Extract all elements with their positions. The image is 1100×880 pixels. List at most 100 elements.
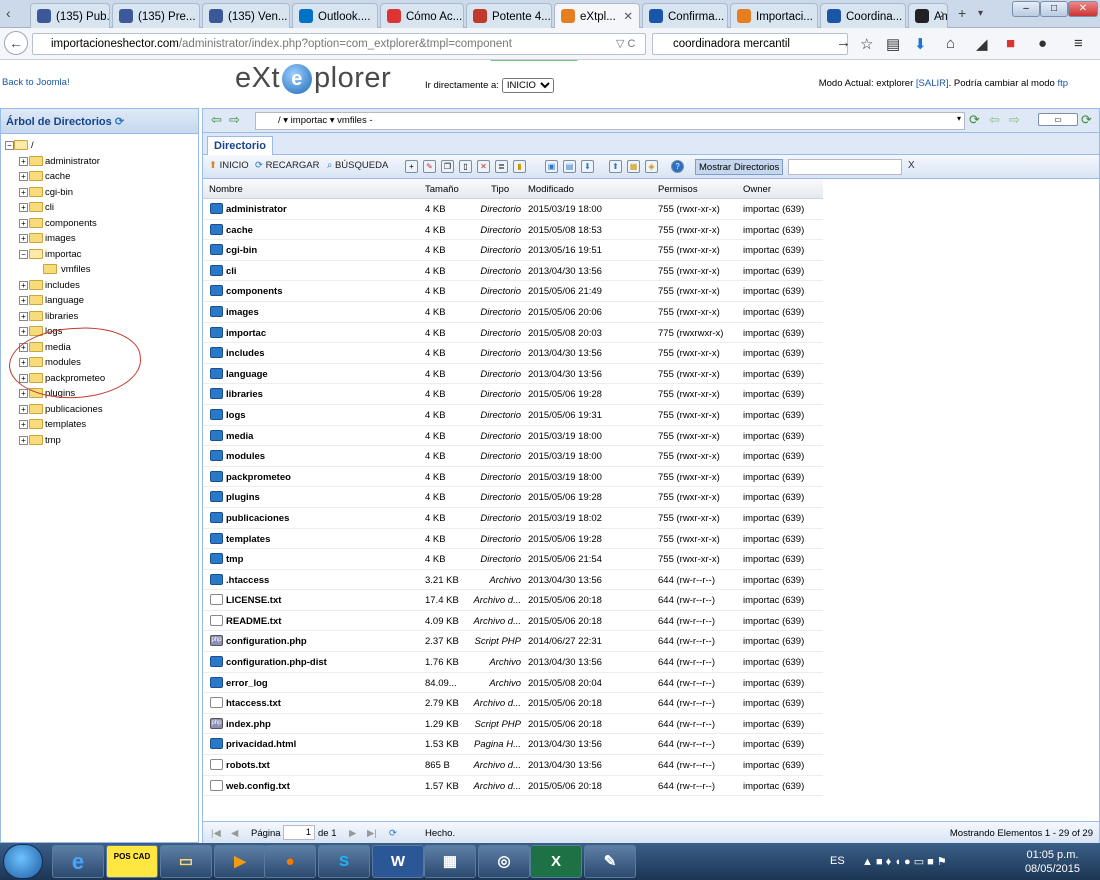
show-directories-button[interactable]: Mostrar Directorios	[695, 159, 784, 175]
expand-icon[interactable]: +	[19, 187, 28, 197]
cell-name[interactable]: robots.txt	[226, 760, 422, 771]
browser-tab[interactable]: Outlook....	[292, 3, 378, 28]
excel-taskbar-icon[interactable]: X	[530, 845, 582, 878]
cell-name[interactable]: .htaccess	[226, 575, 422, 586]
cell-permissions[interactable]: 755 (rwxr-xr-x)	[658, 307, 743, 318]
tree-item-cgi-bin[interactable]: + cgi-bin	[5, 185, 198, 201]
path-combo[interactable]: / ▾ importac ▾ vmfiles - ▾	[255, 112, 965, 130]
cell-permissions[interactable]: 755 (rwxr-xr-x)	[658, 245, 743, 256]
search-button[interactable]: ⌕ BÚSQUEDA	[327, 160, 388, 171]
tree-item-tmp[interactable]: + tmp	[5, 433, 198, 449]
help-icon[interactable]: ?	[671, 160, 684, 173]
download-icon[interactable]: ⬇	[914, 35, 927, 53]
cell-name[interactable]: importac	[226, 328, 422, 339]
expand-icon[interactable]: +	[19, 172, 28, 181]
path-forward-icon[interactable]: ⇨	[1009, 112, 1020, 128]
home-icon[interactable]: ⌂	[946, 35, 955, 52]
cell-name[interactable]: privacidad.html	[226, 739, 422, 750]
cell-name[interactable]: components	[226, 286, 422, 297]
cell-permissions[interactable]: 755 (rwxr-xr-x)	[658, 534, 743, 545]
browser-tab[interactable]: Importaci...	[730, 3, 818, 28]
cell-permissions[interactable]: 644 (rw-r--r--)	[658, 678, 743, 689]
cell-name[interactable]: administrator	[226, 204, 422, 215]
minimize-button[interactable]: –	[1012, 1, 1040, 17]
cell-name[interactable]: LICENSE.txt	[226, 595, 422, 606]
cell-permissions[interactable]: 644 (rw-r--r--)	[658, 781, 743, 792]
cell-permissions[interactable]: 755 (rwxr-xr-x)	[658, 266, 743, 277]
explorer-taskbar-icon[interactable]: ▭	[160, 845, 212, 878]
tree-item-importac[interactable]: − importac	[5, 247, 198, 263]
cell-name[interactable]: modules	[226, 451, 422, 462]
close-tab-icon[interactable]: ✕	[623, 9, 633, 23]
table-row[interactable]: .htaccess 3.21 KB Archivo 2013/04/30 13:56 6…	[203, 570, 823, 591]
word-taskbar-icon[interactable]: W	[372, 845, 424, 878]
table-row[interactable]: logs 4 KB Directorio 2015/05/06 19:31 755 (r…	[203, 405, 823, 426]
tree-item-images[interactable]: + images	[5, 231, 198, 247]
language-indicator[interactable]: ES	[830, 855, 845, 867]
chat-icon[interactable]: ●	[1038, 35, 1047, 52]
tab-scroll-left-icon[interactable]: ‹	[6, 5, 11, 21]
cell-name[interactable]: web.config.txt	[226, 781, 422, 792]
table-row[interactable]: administrator 4 KB Directorio 2015/03/19 18…	[203, 199, 823, 220]
archive-icon[interactable]: ▦	[627, 160, 640, 173]
cell-permissions[interactable]: 644 (rw-r--r--)	[658, 595, 743, 606]
cell-name[interactable]: publicaciones	[226, 513, 422, 524]
tree-item-templates[interactable]: + templates	[5, 417, 198, 433]
cell-name[interactable]: configuration.php-dist	[226, 657, 422, 668]
maximize-button[interactable]: □	[1040, 1, 1068, 17]
search-go-icon[interactable]: →	[836, 34, 851, 51]
refresh-page-icon[interactable]: ⟳	[389, 828, 397, 839]
tree-item-vmfiles[interactable]: vmfiles	[5, 262, 198, 278]
folder-combo[interactable]: ▭	[1038, 113, 1078, 126]
cell-name[interactable]: libraries	[226, 389, 422, 400]
cell-name[interactable]: packprometeo	[226, 472, 422, 483]
table-row[interactable]: README.txt 4.09 KB Archivo d... 2015/05/06 …	[203, 611, 823, 632]
browser-tab[interactable]: eXtpl... ✕	[554, 3, 640, 29]
tree-root[interactable]: − /	[5, 138, 198, 154]
cell-permissions[interactable]: 755 (rwxr-xr-x)	[658, 204, 743, 215]
cell-permissions[interactable]: 644 (rw-r--r--)	[658, 636, 743, 647]
col-name[interactable]: Nombre	[209, 184, 243, 195]
table-row[interactable]: images 4 KB Directorio 2015/05/06 20:06 755 …	[203, 302, 823, 323]
diff-icon[interactable]: ▤	[563, 160, 576, 173]
expand-icon[interactable]: +	[19, 311, 28, 321]
browser-tab[interactable]: Potente 4...	[466, 3, 552, 28]
browser-tab[interactable]: (135) Ven...	[202, 3, 290, 28]
table-row[interactable]: media 4 KB Directorio 2015/03/19 18:00 755 (…	[203, 426, 823, 447]
tab-list-icon[interactable]: ▾	[978, 8, 983, 19]
path-dropdown-icon[interactable]: ▾	[957, 114, 961, 123]
col-owner[interactable]: Owner	[743, 184, 771, 195]
table-row[interactable]: privacidad.html 1.53 KB Pagina H... 2013/04…	[203, 734, 823, 756]
cell-permissions[interactable]: 755 (rwxr-xr-x)	[658, 472, 743, 483]
cell-name[interactable]: tmp	[226, 554, 422, 565]
table-row[interactable]: cache 4 KB Directorio 2015/05/08 18:53 755 (…	[203, 220, 823, 241]
cell-name[interactable]: README.txt	[226, 616, 422, 627]
url-input[interactable]: importacioneshector.com/administrator/in…	[32, 33, 646, 55]
menu-icon[interactable]: ≡	[1074, 35, 1083, 52]
bookmarks-list-icon[interactable]: ▤	[886, 35, 900, 53]
expand-icon[interactable]: +	[19, 203, 28, 212]
first-page-icon[interactable]: |◀	[211, 828, 221, 839]
edit-icon[interactable]: ✎	[423, 160, 436, 173]
cell-name[interactable]: configuration.php	[226, 636, 422, 647]
tree-item-includes[interactable]: + includes	[5, 278, 198, 294]
rename-icon[interactable]: ≣	[495, 160, 508, 173]
cell-name[interactable]: includes	[226, 348, 422, 359]
extract-icon[interactable]: ◈	[645, 160, 658, 173]
table-row[interactable]: php index.php 1.29 KB Script PHP 2015/05/06 …	[203, 714, 823, 735]
cell-name[interactable]: plugins	[226, 492, 422, 503]
cell-permissions[interactable]: 775 (rwxrwxr-x)	[658, 328, 743, 339]
path-back-icon[interactable]: ⇦	[989, 112, 1000, 128]
cell-name[interactable]: images	[226, 307, 422, 318]
expand-icon[interactable]: +	[19, 218, 28, 228]
expand-icon[interactable]: +	[19, 435, 28, 445]
upload-icon[interactable]: ⬆	[609, 160, 622, 173]
clock[interactable]: 01:05 p.m. 08/05/2015	[1025, 848, 1080, 876]
cell-name[interactable]: media	[226, 431, 422, 442]
cell-permissions[interactable]: 755 (rwxr-xr-x)	[658, 410, 743, 421]
ie-taskbar-icon[interactable]: e	[52, 845, 104, 878]
cell-permissions[interactable]: 644 (rw-r--r--)	[658, 657, 743, 668]
reload-button[interactable]: ⟳ RECARGAR	[255, 160, 319, 171]
table-row[interactable]: error_log 84.09... Archivo 2015/05/08 20:04…	[203, 673, 823, 694]
logout-link[interactable]: [SALIR]	[916, 78, 949, 89]
